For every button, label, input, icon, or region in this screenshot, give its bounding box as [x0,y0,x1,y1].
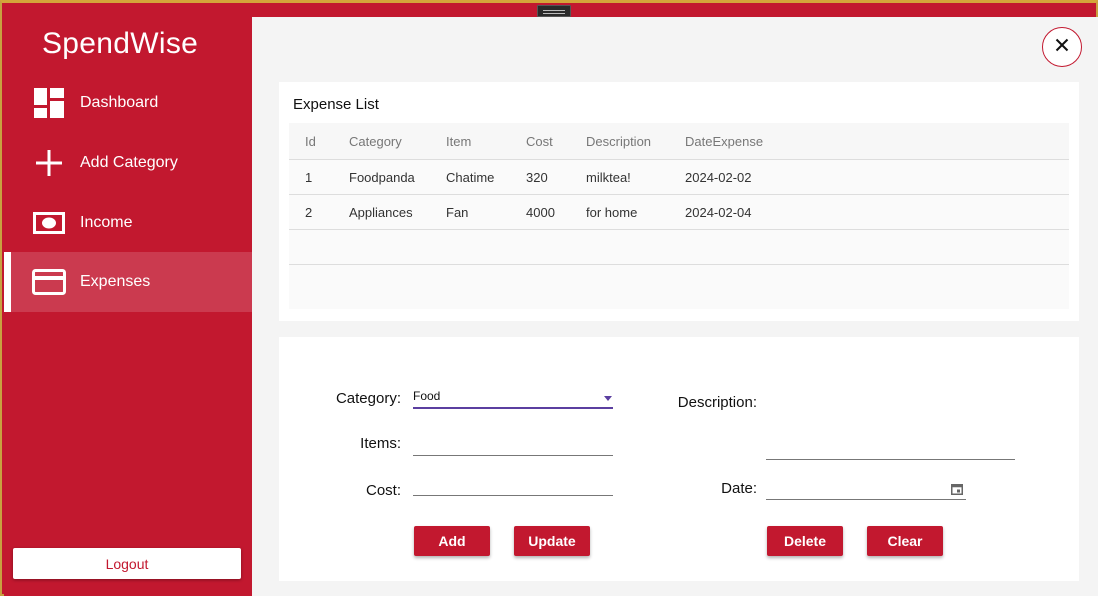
window-drag-handle[interactable] [537,5,571,17]
update-button[interactable]: Update [514,526,590,556]
column-header-category[interactable]: Category [349,134,446,149]
chevron-down-icon[interactable] [604,396,612,401]
cost-input[interactable] [413,472,613,496]
delete-button[interactable]: Delete [767,526,843,556]
sidebar-item-label: Add Category [80,154,178,171]
column-header-id[interactable]: Id [289,134,349,149]
sidebar-item-dashboard[interactable]: Dashboard [4,73,252,133]
column-header-description[interactable]: Description [586,134,685,149]
table-row[interactable]: 1 Foodpanda Chatime 320 milktea! 2024-02… [289,160,1069,195]
sidebar-item-label: Expenses [80,273,151,290]
cost-label: Cost: [365,482,401,499]
category-select[interactable] [413,385,613,409]
items-input[interactable] [413,432,613,456]
credit-card-icon [32,265,66,299]
expense-list-card: Expense List Id Category Item Cost Descr… [279,82,1079,321]
table-row-empty[interactable] [289,230,1069,265]
sidebar-item-income[interactable]: Income [4,193,252,253]
table-header: Id Category Item Cost Description DateEx… [289,123,1069,160]
table-row[interactable]: 2 Appliances Fan 4000 for home 2024-02-0… [289,195,1069,230]
items-label: Items: [360,435,401,452]
description-label: Description: [677,394,757,411]
cell-id: 1 [305,169,313,185]
column-header-item[interactable]: Item [446,134,526,149]
app-brand: SpendWise [42,27,199,60]
cell-item: Fan [446,204,469,220]
close-button[interactable] [1042,27,1082,67]
sidebar-item-label: Dashboard [80,94,159,111]
column-header-cost[interactable]: Cost [526,134,586,149]
dashboard-icon [32,86,66,120]
sidebar: SpendWise Dashboard Add Category Income … [4,17,252,596]
category-label: Category: [335,390,401,407]
plus-icon [32,146,66,180]
cell-cost: 4000 [526,204,555,220]
main-content: Expense List Id Category Item Cost Descr… [252,17,1098,596]
cell-description: milktea! [586,169,631,185]
clear-button[interactable]: Clear [867,526,943,556]
date-input[interactable] [766,476,966,500]
add-button[interactable]: Add [414,526,490,556]
sidebar-item-add-category[interactable]: Add Category [4,133,252,193]
cell-id: 2 [305,204,313,220]
logout-button[interactable]: Logout [13,548,241,579]
cash-icon [32,206,66,240]
cell-category: Foodpanda [349,169,415,185]
cell-cost: 320 [526,169,548,185]
cell-date-expense: 2024-02-02 [685,169,752,185]
cell-category: Appliances [349,204,413,220]
sidebar-item-expenses[interactable]: Expenses [4,252,252,312]
calendar-icon[interactable] [951,482,963,500]
expense-form-card: Category: Items: Cost: Description: Date… [279,337,1079,581]
date-label: Date: [721,480,757,497]
expense-table[interactable]: Id Category Item Cost Description DateEx… [289,123,1069,309]
column-header-date-expense[interactable]: DateExpense [685,134,805,149]
cell-item: Chatime [446,169,495,185]
cell-date-expense: 2024-02-04 [685,204,752,220]
close-icon [1055,38,1069,57]
expense-list-title: Expense List [293,96,379,113]
description-input[interactable] [766,436,1015,460]
sidebar-item-label: Income [80,214,133,231]
cell-description: for home [586,204,638,220]
